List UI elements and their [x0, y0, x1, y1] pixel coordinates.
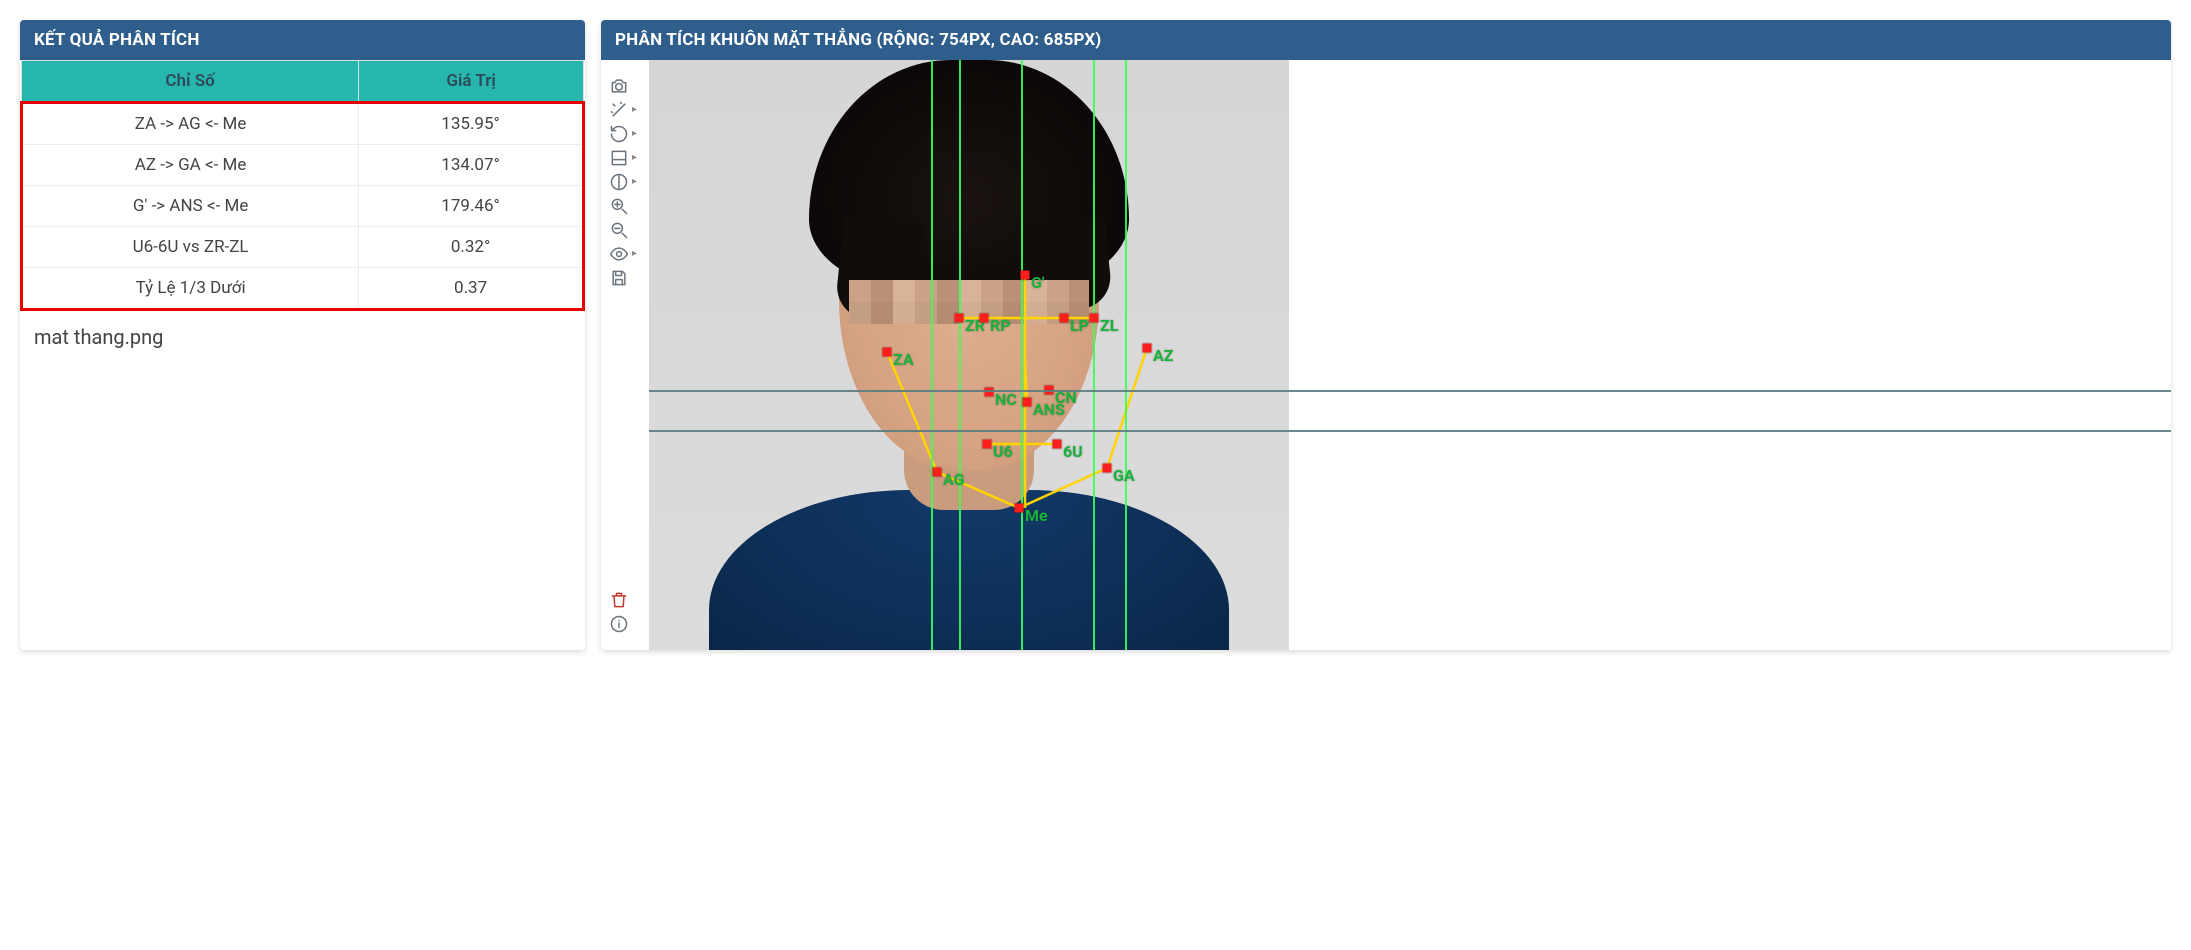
caret-icon: ▸	[632, 105, 637, 115]
landmark-point[interactable]	[1021, 271, 1030, 280]
guide-vertical	[1125, 60, 1127, 650]
guide-vertical	[1093, 60, 1095, 650]
metric-value: 134.07°	[359, 145, 584, 186]
metric-value: 0.37	[359, 268, 584, 310]
col-value: Giá Trị	[359, 61, 584, 103]
caret-icon: ▸	[632, 153, 637, 163]
landmark-point[interactable]	[1053, 440, 1062, 449]
landmark-label: ZA	[893, 350, 914, 369]
landmark-point[interactable]	[933, 468, 942, 477]
landmark-label: 6U	[1063, 442, 1083, 461]
save-icon[interactable]	[609, 266, 641, 290]
toolbox: ▸ ▸ ▸ ▸ ▸	[601, 60, 649, 650]
landmark-label: ANS	[1033, 400, 1065, 419]
table-row: ZA -> AG <- Me135.95°	[22, 103, 584, 145]
metric-value: 0.32°	[359, 227, 584, 268]
landmark-point[interactable]	[1103, 464, 1112, 473]
landmark-label: AZ	[1153, 346, 1173, 365]
metric-label: U6-6U vs ZR-ZL	[22, 227, 359, 268]
landmark-label: Me	[1025, 506, 1048, 525]
landmark-label: GA	[1113, 466, 1135, 485]
metric-label: AZ -> GA <- Me	[22, 145, 359, 186]
metric-label: ZA -> AG <- Me	[22, 103, 359, 145]
landmark-point[interactable]	[1090, 314, 1099, 323]
filename-label: mat thang.png	[20, 311, 585, 367]
zoom-in-icon[interactable]	[609, 194, 641, 218]
table-row: U6-6U vs ZR-ZL0.32°	[22, 227, 584, 268]
landmark-label: ZL	[1100, 316, 1118, 335]
rotate-icon[interactable]: ▸	[609, 122, 641, 146]
results-highlight: ZA -> AG <- Me135.95°AZ -> GA <- Me134.0…	[22, 103, 584, 310]
landmark-point[interactable]	[883, 348, 892, 357]
landmark-label: U6	[993, 442, 1013, 461]
zoom-out-icon[interactable]	[609, 218, 641, 242]
landmark-label: AG	[943, 470, 965, 489]
guide-vertical	[931, 60, 933, 650]
camera-icon[interactable]	[609, 74, 641, 98]
caret-icon: ▸	[632, 177, 637, 187]
guide-vertical	[959, 60, 961, 650]
landmark-point[interactable]	[980, 314, 989, 323]
info-icon[interactable]	[609, 612, 641, 636]
landmark-label: LP	[1070, 316, 1089, 335]
face-photo: G'ZRRPLPZLZAAZNCCNANSU66UAGGAMe	[649, 60, 1289, 650]
analysis-panel: PHÂN TÍCH KHUÔN MẶT THẲNG (RỘNG: 754PX, …	[601, 20, 2171, 650]
guide-vertical	[1021, 60, 1023, 650]
contrast-icon[interactable]: ▸	[609, 170, 641, 194]
image-canvas[interactable]: G'ZRRPLPZLZAAZNCCNANSU66UAGGAMe	[649, 60, 2171, 650]
results-table: Chỉ Số Giá Trị ZA -> AG <- Me135.95°AZ -…	[20, 60, 585, 311]
caret-icon: ▸	[632, 129, 637, 139]
trash-icon[interactable]	[609, 588, 641, 612]
landmark-point[interactable]	[983, 440, 992, 449]
wand-icon[interactable]: ▸	[609, 98, 641, 122]
table-row: AZ -> GA <- Me134.07°	[22, 145, 584, 186]
analysis-title: PHÂN TÍCH KHUÔN MẶT THẲNG (RỘNG: 754PX, …	[601, 20, 2171, 60]
guide-horizontal	[649, 390, 2171, 392]
results-title: KẾT QUẢ PHÂN TÍCH	[20, 20, 585, 60]
landmark-label: NC	[995, 390, 1017, 409]
resize-icon[interactable]: ▸	[609, 146, 641, 170]
landmark-point[interactable]	[985, 388, 994, 397]
landmark-point[interactable]	[955, 314, 964, 323]
results-panel: KẾT QUẢ PHÂN TÍCH Chỉ Số Giá Trị ZA -> A…	[20, 20, 585, 650]
caret-icon: ▸	[632, 249, 637, 259]
landmark-label: RP	[990, 316, 1011, 335]
eye-icon[interactable]: ▸	[609, 242, 641, 266]
metric-value: 179.46°	[359, 186, 584, 227]
metric-label: Tỷ Lệ 1/3 Dưới	[22, 268, 359, 310]
landmark-point[interactable]	[1143, 344, 1152, 353]
col-index: Chỉ Số	[22, 61, 359, 103]
table-row: G' -> ANS <- Me179.46°	[22, 186, 584, 227]
metric-label: G' -> ANS <- Me	[22, 186, 359, 227]
landmark-label: G'	[1031, 273, 1044, 292]
table-row: Tỷ Lệ 1/3 Dưới0.37	[22, 268, 584, 310]
landmark-point[interactable]	[1060, 314, 1069, 323]
landmark-point[interactable]	[1023, 398, 1032, 407]
guide-horizontal	[649, 430, 2171, 432]
metric-value: 135.95°	[359, 103, 584, 145]
landmark-point[interactable]	[1015, 504, 1024, 513]
